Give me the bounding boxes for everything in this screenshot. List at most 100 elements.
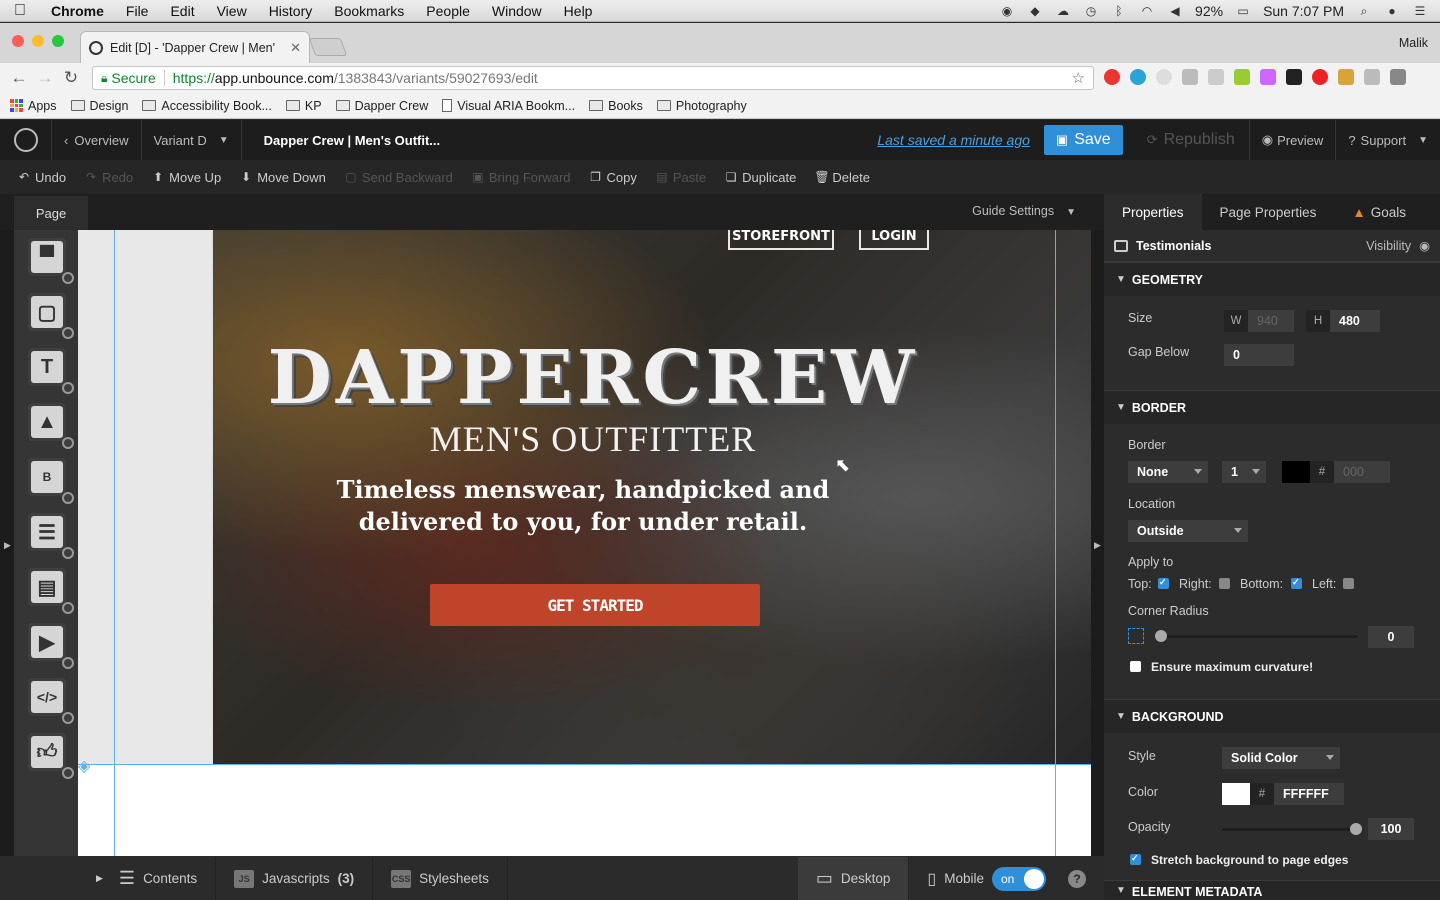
corner-radius-field[interactable]: 0 (1368, 626, 1414, 648)
menu-view[interactable]: View (206, 3, 258, 19)
address-bar[interactable]: 🔒︎ Secure https:// app.unbounce.com /138… (92, 66, 1094, 90)
desktop-view-button[interactable]: ▭ Desktop (797, 857, 910, 900)
tool-box[interactable]: ▢ (28, 293, 74, 339)
tool-form[interactable]: ☰ (28, 513, 74, 559)
tool-custom-html[interactable]: </> (28, 678, 74, 724)
wifi-icon[interactable]: ◠ (1139, 4, 1155, 18)
apple-icon[interactable]:  (0, 2, 40, 20)
opacity-knob[interactable] (1350, 823, 1362, 835)
save-button[interactable]: ▣ Save (1043, 125, 1123, 155)
extension-blue-icon[interactable] (1130, 69, 1146, 85)
notification-center-icon[interactable]: ☰ (1412, 4, 1428, 18)
apply-right-checkbox[interactable] (1219, 578, 1230, 589)
bookmark-accessibility[interactable]: Accessibility Book... (142, 99, 272, 113)
clock[interactable]: Sun 7:07 PM (1263, 3, 1344, 19)
bookmark-design[interactable]: Design (70, 99, 128, 113)
width-field[interactable]: 940 (1248, 310, 1294, 332)
bookmark-dapper-crew[interactable]: Dapper Crew (335, 99, 428, 113)
menu-window[interactable]: Window (481, 3, 553, 19)
bookmark-books[interactable]: Books (589, 99, 643, 113)
support-menu[interactable]: ? Support ▼ (1336, 120, 1440, 160)
tool-lightbox[interactable]: ▤ (28, 568, 74, 614)
extension-square-icon[interactable] (1208, 69, 1224, 85)
opacity-field[interactable]: 100 (1368, 818, 1414, 840)
guide-line-right[interactable] (1055, 230, 1056, 856)
forward-arrow-icon[interactable]: → (32, 68, 58, 88)
extension-grid-icon[interactable] (1364, 69, 1380, 85)
menu-help[interactable]: Help (553, 3, 604, 19)
extension-green-icon[interactable] (1234, 69, 1250, 85)
apply-bottom-checkbox[interactable] (1291, 577, 1302, 589)
border-color-field[interactable]: 000 (1334, 461, 1390, 483)
brand-heading[interactable]: DAPPERCREW (253, 338, 933, 418)
extension-grey-icon[interactable] (1156, 69, 1172, 85)
extension-black-icon[interactable] (1286, 69, 1302, 85)
spotlight-icon[interactable]: ⌕ (1356, 4, 1372, 18)
mobile-toggle-switch[interactable]: on (992, 866, 1046, 891)
tab-properties[interactable]: Properties (1104, 194, 1202, 230)
time-machine-icon[interactable]: ◷ (1083, 4, 1099, 18)
bookmark-kp[interactable]: KP (285, 99, 322, 113)
browser-tab-active[interactable]: Edit [D] - 'Dapper Crew | Men' ✕ (80, 31, 310, 63)
reload-icon[interactable]: ↻ (58, 68, 84, 88)
close-window-button[interactable] (12, 35, 24, 47)
mobile-view-button[interactable]: ▯ Mobile on ? (909, 857, 1104, 900)
apply-top-checkbox[interactable] (1158, 577, 1169, 589)
corner-radius-slider[interactable] (1156, 635, 1358, 638)
expand-right-arrow-icon[interactable]: ▶ (1094, 540, 1101, 551)
menu-chrome[interactable]: Chrome (40, 3, 115, 19)
menu-history[interactable]: History (258, 3, 324, 19)
back-arrow-icon[interactable]: ← (6, 68, 32, 88)
tool-social[interactable]: 👍︎ (28, 733, 74, 779)
overview-link[interactable]: ‹ Overview (52, 120, 142, 160)
delete-button[interactable]: 🗑︎ Delete (805, 170, 879, 185)
storefront-nav-button[interactable]: STOREFRONT (728, 230, 834, 250)
zoom-window-button[interactable] (52, 35, 64, 47)
move-down-button[interactable]: ⬇ Move Down (230, 170, 335, 185)
brand-subtitle[interactable]: MEN'S OUTFITTER (253, 418, 933, 460)
get-started-button[interactable]: GET STARTED (430, 584, 760, 626)
height-field[interactable]: 480 (1330, 310, 1380, 332)
new-tab-button[interactable] (308, 38, 348, 56)
page-tab[interactable]: Page (14, 196, 88, 230)
last-saved-link[interactable]: Last saved a minute ago (877, 132, 1044, 148)
close-tab-icon[interactable]: ✕ (290, 40, 301, 56)
variant-selector[interactable]: Variant D ▼ (142, 120, 242, 160)
guide-settings-menu[interactable]: Guide Settings ▼ (972, 204, 1076, 218)
undo-button[interactable]: ↶ Undo (8, 170, 75, 185)
copy-button[interactable]: ❐ Copy (580, 170, 646, 185)
corner-radius-knob[interactable] (1155, 630, 1167, 642)
border-location-select[interactable]: Outside (1128, 520, 1248, 542)
bg-color-field[interactable]: FFFFFF (1274, 783, 1344, 805)
paste-button[interactable]: ▤ Paste (646, 170, 715, 185)
javascripts-button[interactable]: JS Javascripts (3) (216, 857, 374, 900)
cast-icon[interactable] (1182, 69, 1198, 85)
stretch-background-checkbox[interactable] (1130, 853, 1141, 865)
stylesheets-button[interactable]: CSS Stylesheets (373, 857, 508, 900)
bookmark-apps[interactable]: Apps (10, 99, 57, 113)
duplicate-button[interactable]: ❏ Duplicate (715, 170, 805, 185)
dropbox-icon[interactable]: ◆ (1027, 4, 1043, 18)
border-section-header[interactable]: ▼ BORDER (1104, 390, 1440, 424)
battery-icon[interactable]: ▭ (1235, 4, 1251, 18)
login-nav-button[interactable]: LOGIN (859, 230, 929, 250)
geometry-section-header[interactable]: ▼ GEOMETRY (1104, 262, 1440, 296)
tab-goals[interactable]: ▲ Goals (1334, 194, 1424, 230)
hero-tagline[interactable]: Timeless menswear, handpicked and delive… (313, 474, 853, 538)
gap-below-field[interactable]: 0 (1224, 344, 1294, 366)
extension-hammer-icon[interactable] (1338, 69, 1354, 85)
cloud-icon[interactable]: ☁ (1055, 4, 1071, 18)
move-up-button[interactable]: ⬆ Move Up (142, 170, 230, 185)
send-backward-button[interactable]: ▢ Send Backward (335, 170, 462, 185)
hero-section[interactable]: STOREFRONT LOGIN DAPPERCREW MEN'S OUTFIT… (213, 230, 1091, 764)
background-section-header[interactable]: ▼ BACKGROUND (1104, 699, 1440, 733)
corner-radius-icon[interactable] (1128, 628, 1144, 644)
border-color-swatch[interactable] (1282, 461, 1310, 483)
menu-bookmarks[interactable]: Bookmarks (323, 3, 415, 19)
border-style-select[interactable]: None (1128, 461, 1208, 483)
tab-page-properties[interactable]: Page Properties (1202, 194, 1335, 230)
bookmark-photography[interactable]: Photography (656, 99, 747, 113)
max-curvature-checkbox[interactable] (1130, 661, 1141, 672)
bring-forward-button[interactable]: ▣ Bring Forward (462, 170, 580, 185)
bookmark-visual-aria[interactable]: Visual ARIA Bookm... (442, 99, 575, 113)
